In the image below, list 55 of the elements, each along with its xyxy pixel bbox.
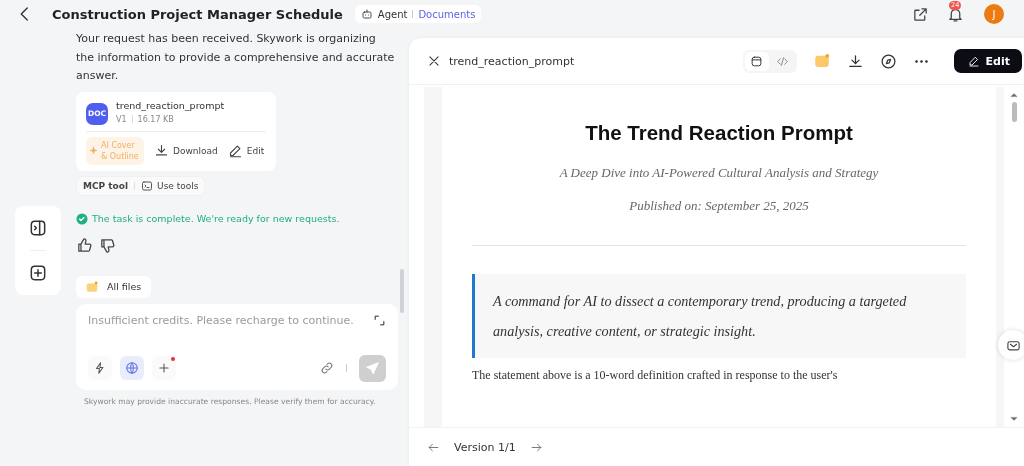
edit-button[interactable]: Edit	[227, 143, 265, 158]
mode-tab[interactable]: Documents	[418, 8, 476, 20]
lightning-icon	[93, 361, 107, 375]
pencil-icon	[967, 55, 980, 67]
paragraph-text: The statement above is a 10-word definition crafted in response to the user's	[472, 368, 839, 383]
all-files-button[interactable]: All files	[76, 275, 152, 298]
download-button[interactable]: Download	[154, 143, 218, 158]
thumbs-up-icon[interactable]	[76, 236, 93, 254]
file-version: V1	[116, 114, 127, 124]
spark-button[interactable]	[88, 356, 112, 380]
document-heading: The Trend Reaction Prompt	[585, 121, 853, 145]
file-size: 16.17 KB	[137, 114, 174, 124]
scrollbar-thumb[interactable]	[1011, 102, 1017, 122]
plus-button[interactable]	[152, 356, 176, 380]
compass-icon[interactable]	[879, 52, 897, 70]
file-name: trend_reaction_prompt	[116, 99, 225, 111]
scroll-up-icon[interactable]	[1010, 91, 1018, 99]
share-icon[interactable]	[912, 5, 929, 23]
thumbs-down-icon[interactable]	[99, 236, 116, 254]
send-icon	[365, 360, 380, 376]
use-tools-button[interactable]: Use tools	[141, 179, 199, 192]
document-subtitle: A Deep Dive into AI-Powered Cultural Analysis and Strategy	[559, 165, 879, 181]
download-icon	[154, 143, 169, 158]
message-text: Your request has been received. Skywork is organizing the information to provide a comprehensive and accurate answer.	[76, 31, 396, 84]
status-text: The task is complete. We're ready for new requests.	[92, 213, 340, 224]
plus-icon	[157, 361, 171, 375]
publish-date: Published on: September 25, 2025	[629, 198, 809, 214]
mode-tab[interactable]: Agent	[377, 8, 408, 20]
document-title: trend_reaction_prompt	[449, 54, 575, 68]
window-icon	[750, 54, 764, 68]
new-chat-icon[interactable]	[28, 263, 48, 283]
globe-button[interactable]	[120, 356, 144, 380]
code-icon	[776, 54, 790, 68]
notification-dot-icon	[171, 357, 175, 361]
panel-expand-icon[interactable]	[28, 218, 48, 238]
chat-title: Construction Project Manager Schedule	[52, 6, 343, 22]
pencil-icon	[227, 143, 243, 158]
scroll-down-icon[interactable]	[1010, 415, 1018, 423]
link-icon[interactable]	[320, 361, 334, 375]
version-label: Version 1/1	[454, 440, 516, 454]
preview-view-tab[interactable]	[744, 51, 769, 71]
folder-icon	[85, 279, 99, 294]
terminal-icon	[141, 179, 154, 192]
robot-icon	[360, 8, 373, 20]
scrollbar-thumb[interactable]	[400, 269, 404, 313]
quote-text: A command for AI to dissect a contemporary trend, producing a targeted analysis, creative content, or strategic insight.	[493, 292, 908, 341]
download-icon[interactable]	[846, 52, 864, 70]
check-circle-icon	[76, 212, 88, 225]
sparkle-icon	[89, 146, 98, 155]
edit-button[interactable]: Edit	[953, 49, 1022, 73]
expand-icon[interactable]	[373, 313, 386, 327]
tool-label: MCP tool	[83, 180, 129, 191]
globe-icon	[125, 361, 139, 375]
close-icon[interactable]	[427, 54, 441, 68]
message-input[interactable]: Insufficient credits. Please recharge to continue.	[88, 313, 365, 327]
